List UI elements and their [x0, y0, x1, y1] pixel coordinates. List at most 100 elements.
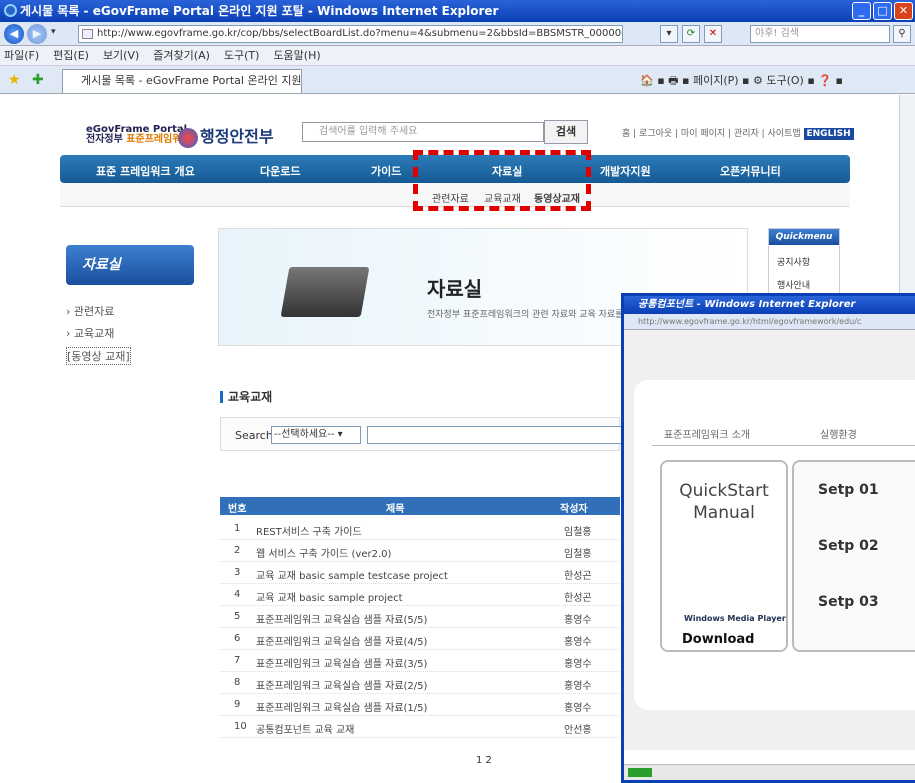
menu-view[interactable]: 보기(V) — [103, 46, 139, 65]
table-row[interactable]: 5 표준프레임워크 교육실습 샘플 자료(5/5) 홍영수 — [220, 605, 620, 628]
nav-guide[interactable]: 가이드 — [371, 163, 401, 179]
col-author: 작성자 — [560, 504, 588, 515]
wmp-logo: Windows Media Player — [684, 614, 786, 623]
row-title[interactable]: REST서비스 구축 가이드 — [256, 523, 362, 538]
board-search: Search --선택하세요-- ▾ — [220, 417, 627, 451]
search-select[interactable]: --선택하세요-- ▾ — [271, 426, 361, 444]
nav-community[interactable]: 오픈커뮤니티 — [720, 163, 781, 179]
row-title[interactable]: 표준프레임워크 교육실습 샘플 자료(3/5) — [256, 655, 427, 670]
popup-body: 표준프레임워크 소개 실행환경 QuickStart Manual Window… — [624, 330, 915, 750]
table-row[interactable]: 8 표준프레임워크 교육실습 샘플 자료(2/5) 홍영수 — [220, 671, 620, 694]
popup-tab-intro[interactable]: 표준프레임워크 소개 — [664, 426, 750, 441]
row-number: 9 — [234, 699, 241, 710]
nav-developer[interactable]: 개발자지원 — [600, 163, 651, 179]
table-header: 번호 제목 작성자 — [220, 497, 620, 515]
row-author: 임철홍 — [564, 549, 592, 560]
menu-file[interactable]: 파일(F) — [4, 46, 39, 65]
forward-icon[interactable]: ▶ — [27, 24, 47, 44]
table-row[interactable]: 7 표준프레임워크 교육실습 샘플 자료(3/5) 홍영수 — [220, 649, 620, 672]
step-3[interactable]: Setp 03 — [818, 594, 879, 610]
browser-search-input[interactable]: 야후! 검색 — [750, 25, 890, 43]
table-row[interactable]: 6 표준프레임워크 교육실습 샘플 자료(4/5) 홍영수 — [220, 627, 620, 650]
popup-tab-runtime[interactable]: 실행환경 — [820, 426, 857, 441]
step-2[interactable]: Setp 02 — [818, 538, 879, 554]
row-title[interactable]: 표준프레임워크 교육실습 샘플 자료(1/5) — [256, 699, 427, 714]
menu-edit[interactable]: 편집(E) — [53, 46, 89, 65]
col-title: 제목 — [386, 504, 405, 515]
close-button[interactable]: ✕ — [894, 2, 913, 20]
refresh-icon[interactable]: ⟳ — [682, 25, 700, 43]
window-title: 게시물 목록 - eGovFrame Portal 온라인 지원 포탈 - Wi… — [20, 4, 499, 18]
add-favorite-icon[interactable]: ✚ — [32, 72, 44, 88]
download-link[interactable]: Download — [682, 632, 754, 647]
progress-indicator — [628, 768, 652, 777]
row-title[interactable]: 표준프레임워크 교육실습 샘플 자료(5/5) — [256, 611, 427, 626]
pager[interactable]: 1 2 — [476, 755, 492, 766]
menu-favorites[interactable]: 즐겨찾기(A) — [153, 46, 210, 65]
row-author: 홍영수 — [564, 659, 592, 670]
url-field[interactable]: http://www.egovframe.go.kr/cop/bbs/selec… — [78, 25, 623, 43]
favorites-star-icon[interactable]: ★ — [8, 72, 21, 88]
row-author: 한성곤 — [564, 593, 592, 604]
row-number: 7 — [234, 655, 241, 666]
popup-title: 공통컴포넌트 - Windows Internet Explorer — [624, 296, 915, 314]
sidebar-item-video[interactable]: [동영상 교재] — [66, 347, 131, 365]
row-number: 5 — [234, 611, 241, 622]
row-title[interactable]: 표준프레임워크 교육실습 샘플 자료(4/5) — [256, 633, 427, 648]
history-dropdown-icon[interactable]: ▾ — [51, 27, 56, 37]
table-row[interactable]: 1 REST서비스 구축 가이드 임철홍 — [220, 517, 620, 540]
command-bar[interactable]: 🏠 ▪ 🖶 ▪ 페이지(P) ▪ ⚙ 도구(O) ▪ ❓ ▪ — [640, 72, 843, 91]
util-links[interactable]: 홈 | 로그아웃 | 마이 페이지 | 관리자 | 사이트맵 ENGLISH — [622, 126, 854, 140]
table-row[interactable]: 10 공통컴포넌트 교육 교재 안선홍 — [220, 715, 620, 738]
menu-help[interactable]: 도움말(H) — [273, 46, 320, 65]
back-icon[interactable]: ◀ — [4, 24, 24, 44]
site-search-input[interactable]: 검색어를 입력해 주세요 — [302, 122, 544, 142]
row-title[interactable]: 표준프레임워크 교육실습 샘플 자료(2/5) — [256, 677, 427, 692]
quickmenu-title: Quickmenu — [769, 229, 839, 245]
ministry-logo[interactable]: 행정안전부 — [178, 123, 274, 148]
ie-icon — [4, 4, 17, 17]
search-icon[interactable]: ⚲ — [893, 25, 911, 43]
minimize-button[interactable]: _ — [852, 2, 871, 20]
table-row[interactable]: 3 교육 교재 basic sample testcase project 한성곤 — [220, 561, 620, 584]
tab-board-list[interactable]: 게시물 목록 - eGovFrame Portal 온라인 지원 ... — [62, 69, 302, 93]
page-icon — [82, 29, 93, 39]
sidebar-item-related[interactable]: › 관련자료 — [66, 303, 114, 319]
maximize-button[interactable]: □ — [873, 2, 892, 20]
tab-title: 게시물 목록 - eGovFrame Portal 온라인 지원 ... — [81, 74, 302, 87]
sidebar-item-education[interactable]: › 교육교재 — [66, 325, 114, 341]
row-number: 3 — [234, 567, 241, 578]
table-row[interactable]: 4 교육 교재 basic sample project 한성곤 — [220, 583, 620, 606]
row-title[interactable]: 교육 교재 basic sample testcase project — [256, 567, 448, 582]
row-number: 2 — [234, 545, 241, 556]
step-1[interactable]: Setp 01 — [818, 482, 879, 498]
row-title[interactable]: 교육 교재 basic sample project — [256, 589, 403, 604]
site-search-button[interactable]: 검색 — [544, 120, 588, 144]
table-row[interactable]: 2 웹 서비스 구축 가이드 (ver2.0) 임철홍 — [220, 539, 620, 562]
row-author: 홍영수 — [564, 615, 592, 626]
popup-url[interactable]: http://www.egovframe.go.kr/html/egovfram… — [624, 314, 915, 330]
search-keyword-input[interactable] — [367, 426, 627, 444]
quickmenu-notice[interactable]: 공지사항 — [769, 245, 839, 268]
nav-download[interactable]: 다운로드 — [260, 163, 300, 179]
row-title[interactable]: 공통컴포넌트 교육 교재 — [256, 721, 354, 736]
egov-logo[interactable]: eGovFrame Portal 전자정부 표준프레임워크 — [86, 125, 191, 145]
visual-title: 자료실 — [427, 277, 483, 301]
menu-bar: 파일(F) 편집(E) 보기(V) 즐겨찾기(A) 도구(T) 도움말(H) — [0, 46, 915, 66]
quickmenu-events[interactable]: 행사안내 — [769, 268, 839, 291]
row-author: 홍영수 — [564, 703, 592, 714]
highlight-box — [413, 150, 591, 211]
stop-icon[interactable]: ✕ — [704, 25, 722, 43]
row-author: 홍영수 — [564, 637, 592, 648]
row-title[interactable]: 웹 서비스 구축 가이드 (ver2.0) — [256, 545, 391, 560]
row-author: 임철홍 — [564, 527, 592, 538]
nav-overview[interactable]: 표준 프레임워크 개요 — [96, 163, 195, 179]
url-dropdown-icon[interactable]: ▾ — [660, 25, 678, 43]
util-text[interactable]: 홈 | 로그아웃 | 마이 페이지 | 관리자 | 사이트맵 — [622, 129, 804, 139]
menu-tools[interactable]: 도구(T) — [224, 46, 260, 65]
quickstart-panel[interactable]: QuickStart Manual Windows Media Player D… — [660, 460, 788, 652]
table-row[interactable]: 9 표준프레임워크 교육실습 샘플 자료(1/5) 홍영수 — [220, 693, 620, 716]
visual-desc: 전자정부 표준프레임워크의 관련 자료와 교육 자료를 — [427, 310, 624, 320]
emblem-icon — [178, 127, 198, 148]
english-button[interactable]: ENGLISH — [803, 128, 854, 140]
